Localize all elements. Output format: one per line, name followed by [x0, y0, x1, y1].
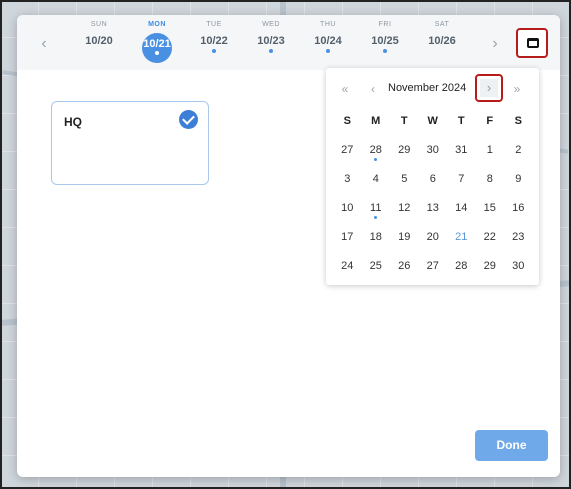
day-name: THU	[320, 21, 336, 28]
day-fri[interactable]: FRI 10/25	[363, 21, 407, 65]
day-date: 10/21	[143, 38, 171, 50]
week-row: 3 4 5 6 7 8 9	[333, 168, 533, 197]
checkmark-icon[interactable]	[179, 110, 198, 129]
day-name: SAT	[434, 21, 450, 28]
day-thu[interactable]: THU 10/24	[306, 21, 350, 65]
weekday-header: T	[400, 115, 408, 127]
done-button[interactable]: Done	[475, 430, 548, 461]
day-wed[interactable]: WED 10/23	[249, 21, 293, 65]
next-week-button[interactable]: ›	[486, 35, 504, 53]
event-dot	[326, 49, 330, 53]
weekday-header: W	[427, 115, 438, 127]
next-year-button[interactable]: »	[508, 80, 526, 98]
weekday-header-row: S M T W T F S	[333, 110, 533, 139]
location-card-hq[interactable]: HQ	[51, 101, 209, 185]
calendar-day[interactable]: 8	[476, 168, 505, 197]
calendar-day[interactable]: 23	[504, 226, 533, 255]
calendar-day[interactable]: 28	[362, 139, 391, 168]
calendar-day[interactable]: 27	[333, 139, 362, 168]
calendar-grid: S M T W T F S 27 28 29 30 31 1 2 3 4 5 6…	[333, 110, 533, 284]
day-date: 10/25	[371, 35, 399, 47]
calendar-day[interactable]: 11	[362, 197, 391, 226]
calendar-day[interactable]: 16	[504, 197, 533, 226]
event-dot	[212, 49, 216, 53]
calendar-icon	[527, 38, 539, 48]
calendar-day[interactable]: 10	[333, 197, 362, 226]
calendar-day[interactable]: 29	[390, 139, 419, 168]
day-name: SUN	[90, 21, 108, 28]
calendar-day[interactable]: 5	[390, 168, 419, 197]
calendar-day[interactable]: 28	[447, 255, 476, 284]
calendar-day[interactable]: 3	[333, 168, 362, 197]
day-date: 10/22	[200, 35, 228, 47]
calendar-day[interactable]: 19	[390, 226, 419, 255]
week-row: 10 11 12 13 14 15 16	[333, 197, 533, 226]
calendar-header: « ‹ November 2024 › »	[326, 74, 539, 102]
calendar-day[interactable]: 18	[362, 226, 391, 255]
calendar-day[interactable]: 27	[419, 255, 448, 284]
day-name: MON	[148, 21, 166, 28]
calendar-day[interactable]: 31	[447, 139, 476, 168]
event-dot	[269, 49, 273, 53]
calendar-day[interactable]: 15	[476, 197, 505, 226]
calendar-day[interactable]: 1	[476, 139, 505, 168]
schedule-modal: ‹ SUN 10/20 MON 10/21 TUE 10/22 WED 10/2…	[17, 15, 560, 477]
weekday-header: S	[514, 115, 522, 127]
calendar-day[interactable]: 13	[419, 197, 448, 226]
calendar-day[interactable]: 25	[362, 255, 391, 284]
day-date: 10/26	[428, 35, 456, 47]
calendar-day[interactable]: 26	[390, 255, 419, 284]
prev-week-button[interactable]: ‹	[35, 35, 53, 53]
week-row: 27 28 29 30 31 1 2	[333, 139, 533, 168]
day-name: TUE	[206, 21, 222, 28]
day-name: WED	[262, 21, 280, 28]
week-row: 24 25 26 27 28 29 30	[333, 255, 533, 284]
day-sun[interactable]: SUN 10/20	[77, 21, 121, 65]
next-month-highlight: ›	[475, 74, 503, 102]
day-date: 10/20	[85, 35, 113, 47]
month-calendar-popup: « ‹ November 2024 › » S M T W T F S 27 2…	[326, 68, 539, 285]
calendar-day[interactable]: 30	[419, 139, 448, 168]
next-month-button[interactable]: ›	[480, 79, 498, 97]
month-title: November 2024	[388, 82, 467, 94]
calendar-day[interactable]: 7	[447, 168, 476, 197]
day-tue[interactable]: TUE 10/22	[192, 21, 236, 65]
calendar-day[interactable]: 6	[419, 168, 448, 197]
event-dot	[374, 216, 377, 219]
day-number: 28	[369, 144, 382, 156]
day-sat[interactable]: SAT 10/26	[420, 21, 464, 65]
calendar-day-highlighted[interactable]: 21	[447, 222, 476, 255]
day-mon[interactable]: MON 10/21	[135, 21, 179, 65]
day-date: 10/23	[257, 35, 285, 47]
calendar-day[interactable]: 14	[447, 197, 476, 226]
calendar-day[interactable]: 22	[476, 226, 505, 255]
day-date: 10/24	[314, 35, 342, 47]
calendar-day[interactable]: 12	[390, 197, 419, 226]
calendar-day[interactable]: 2	[504, 139, 533, 168]
weekday-header: S	[343, 115, 351, 127]
calendar-day[interactable]: 30	[504, 255, 533, 284]
event-dot	[374, 158, 377, 161]
event-dot	[155, 51, 159, 55]
calendar-day[interactable]: 4	[362, 168, 391, 197]
weekday-header: T	[457, 115, 465, 127]
week-strip: ‹ SUN 10/20 MON 10/21 TUE 10/22 WED 10/2…	[17, 15, 560, 70]
prev-month-button[interactable]: ‹	[364, 80, 382, 98]
week-row: 17 18 19 20 21 22 23	[333, 222, 533, 255]
day-name: FRI	[378, 21, 392, 28]
calendar-day[interactable]: 17	[333, 226, 362, 255]
calendar-day[interactable]: 24	[333, 255, 362, 284]
calendar-day[interactable]: 29	[476, 255, 505, 284]
weekday-header: F	[486, 115, 494, 127]
calendar-day[interactable]: 9	[504, 168, 533, 197]
calendar-day[interactable]: 20	[419, 226, 448, 255]
calendar-toggle-button[interactable]	[516, 28, 548, 58]
prev-year-button[interactable]: «	[336, 80, 354, 98]
event-dot	[383, 49, 387, 53]
day-number: 11	[370, 202, 382, 214]
location-name: HQ	[64, 115, 82, 129]
weekday-header: M	[371, 115, 381, 127]
